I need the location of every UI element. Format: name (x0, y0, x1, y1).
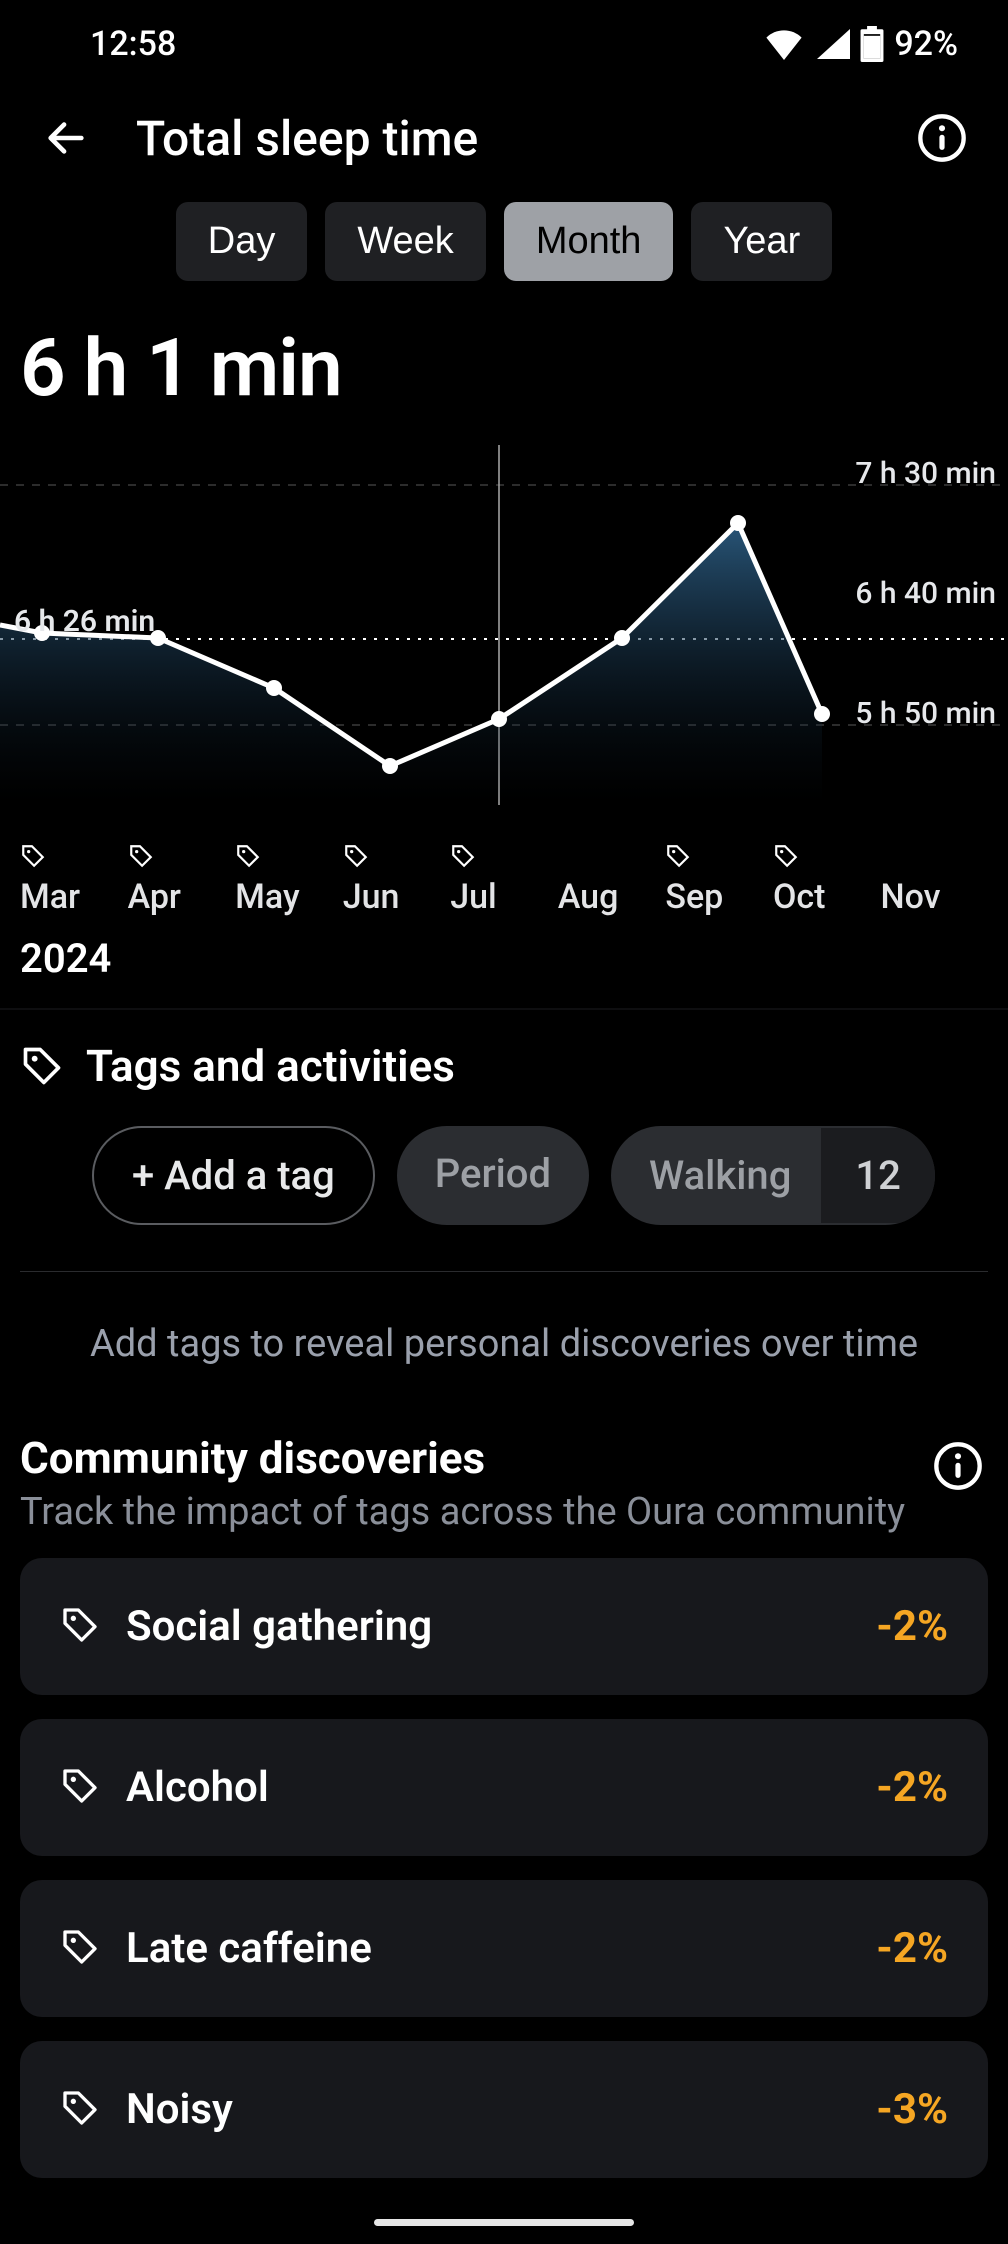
tag-icon (128, 843, 154, 869)
community-subtitle: Track the impact of tags across the Oura… (20, 1490, 928, 1534)
community-title: Community discoveries (20, 1432, 928, 1484)
info-icon (916, 112, 968, 164)
tag-icon (60, 1605, 100, 1645)
cell-signal-icon (814, 28, 850, 60)
card-delta: -2% (876, 1763, 948, 1812)
card-delta: -3% (876, 2085, 948, 2134)
segment-week[interactable]: Week (325, 202, 485, 281)
time-range-segmented: Day Week Month Year (0, 198, 1008, 311)
x-tick: Nov (881, 877, 989, 917)
avg-label: 6 h 26 min (14, 604, 155, 639)
x-tick: Aug (558, 877, 666, 917)
tag-icon (60, 2088, 100, 2128)
add-tag-chip[interactable]: + Add a tag (92, 1126, 375, 1225)
tag-icon (20, 843, 46, 869)
battery-icon (860, 26, 884, 62)
info-button[interactable] (912, 108, 972, 168)
card-label: Social gathering (126, 1602, 876, 1651)
community-card[interactable]: Late caffeine -2% (20, 1880, 988, 2017)
wifi-icon (764, 28, 804, 60)
summary-value: 6 h 1 min (0, 311, 1008, 445)
x-tick: Oct (773, 877, 881, 917)
tags-title: Tags and activities (86, 1040, 455, 1092)
card-delta: -2% (876, 1602, 948, 1651)
tag-icon (450, 843, 476, 869)
tag-icon (773, 843, 799, 869)
page-title: Total sleep time (136, 110, 912, 167)
card-label: Alcohol (126, 1763, 876, 1812)
tag-icon (235, 843, 261, 869)
x-tick: Mar (20, 877, 128, 917)
tags-section: Tags and activities + Add a tag Period W… (0, 1010, 1008, 1426)
header: Total sleep time (0, 88, 1008, 198)
tag-chip-walking[interactable]: Walking 12 (611, 1126, 935, 1225)
segment-day[interactable]: Day (176, 202, 308, 281)
tag-icon (665, 843, 691, 869)
community-info-button[interactable] (928, 1436, 988, 1496)
x-tick: Jun (343, 877, 451, 917)
tag-icon (60, 1766, 100, 1806)
tag-icon (20, 1044, 64, 1088)
tag-chip-period[interactable]: Period (397, 1126, 589, 1225)
community-card[interactable]: Noisy -3% (20, 2041, 988, 2178)
tag-icon (60, 1927, 100, 1967)
card-delta: -2% (876, 1924, 948, 1973)
y-tick-0: 7 h 30 min (855, 456, 996, 491)
back-button[interactable] (36, 108, 96, 168)
segment-year[interactable]: Year (691, 202, 832, 281)
x-tick: May (235, 877, 343, 917)
y-tick-1: 6 h 40 min (855, 576, 996, 611)
arrow-left-icon (43, 115, 89, 161)
community-cards: Social gathering -2% Alcohol -2% Late ca… (0, 1544, 1008, 2178)
y-tick-2: 5 h 50 min (855, 696, 996, 731)
chart-year: 2024 (0, 917, 1008, 1008)
status-right: 92% (764, 24, 958, 64)
chip-label: Walking (611, 1128, 821, 1223)
community-card[interactable]: Social gathering -2% (20, 1558, 988, 1695)
home-indicator[interactable] (374, 2219, 634, 2226)
info-icon (932, 1440, 984, 1492)
card-label: Late caffeine (126, 1924, 876, 1973)
x-tick: Jul (450, 877, 558, 917)
sleep-chart[interactable]: 7 h 30 min 6 h 40 min 5 h 50 min 6 h 26 … (0, 445, 1008, 825)
tag-icon (343, 843, 369, 869)
status-battery-pct: 92% (894, 24, 958, 64)
x-tick: Apr (128, 877, 236, 917)
community-card[interactable]: Alcohol -2% (20, 1719, 988, 1856)
x-tick: Sep (665, 877, 773, 917)
chip-count: 12 (821, 1128, 934, 1223)
segment-month[interactable]: Month (504, 202, 674, 281)
community-header: Community discoveries Track the impact o… (0, 1426, 1008, 1544)
card-label: Noisy (126, 2085, 876, 2134)
status-bar: 12:58 92% (0, 0, 1008, 88)
status-time: 12:58 (90, 24, 176, 64)
tags-hint: Add tags to reveal personal discoveries … (20, 1272, 988, 1426)
chart-x-axis: Mar Apr May Jun Jul Aug Sep Oct Nov (0, 825, 1008, 917)
